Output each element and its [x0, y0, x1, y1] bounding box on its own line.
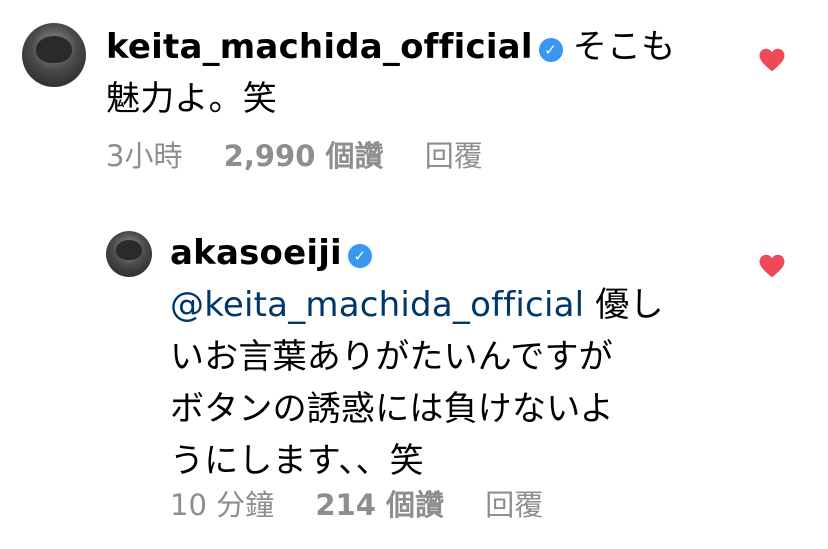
- verified-badge-icon: ✓: [347, 244, 372, 268]
- comment-text-line: 優し: [595, 285, 664, 325]
- like-count[interactable]: 214 個讚: [315, 488, 444, 522]
- verified-badge-icon: ✓: [538, 38, 563, 62]
- comment-meta: 10 分鐘 214 個讚 回覆: [170, 482, 543, 524]
- comment-body: akasoeiji ✓ @keita_machida_official 優し いお…: [170, 227, 710, 487]
- comment-text-line: そこも: [572, 27, 676, 67]
- heart-icon[interactable]: [759, 48, 785, 72]
- mention-link[interactable]: @keita_machida_official: [170, 285, 584, 325]
- comment-meta: 3小時 2,990 個讚 回覆: [106, 133, 483, 175]
- timestamp: 10 分鐘: [170, 488, 275, 522]
- reply-button[interactable]: 回覆: [485, 488, 543, 522]
- comment-text-line: ボタンの誘惑には負けないよ: [170, 389, 614, 429]
- comment-body: keita_machida_official ✓ そこも 魅力よ。笑: [106, 21, 726, 125]
- like-count[interactable]: 2,990 個讚: [224, 139, 384, 173]
- comment-text-line: 魅力よ。笑: [106, 79, 277, 119]
- heart-icon[interactable]: [759, 254, 785, 278]
- reply-button[interactable]: 回覆: [425, 139, 483, 173]
- timestamp: 3小時: [106, 139, 183, 173]
- username[interactable]: akasoeiji: [170, 233, 342, 273]
- avatar[interactable]: [106, 231, 152, 277]
- avatar[interactable]: [22, 23, 86, 87]
- username[interactable]: keita_machida_official: [106, 27, 533, 67]
- comment-text-line: うにします、、笑: [170, 441, 424, 481]
- comment-text-line: いお言葉ありがたいんですが: [170, 337, 613, 377]
